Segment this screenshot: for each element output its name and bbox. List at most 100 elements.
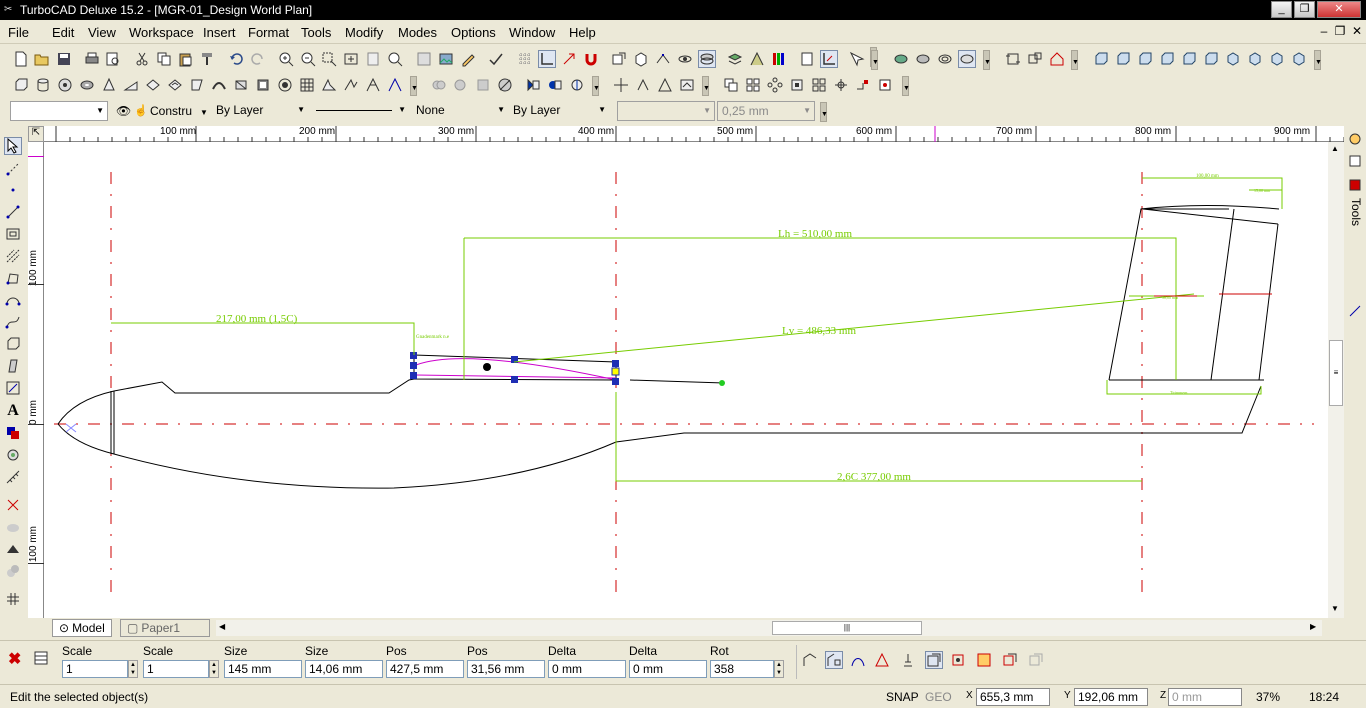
render-draft-icon[interactable] (958, 50, 976, 68)
hatch-icon[interactable] (4, 247, 22, 265)
y-coordinate-field[interactable]: 192,06 mm (1074, 688, 1148, 706)
polyline-arrow-icon[interactable] (342, 76, 360, 94)
scale-x-input[interactable]: 1 (62, 660, 128, 678)
edit-frame-icon[interactable] (925, 651, 943, 669)
palette-tools-icon[interactable] (1346, 176, 1364, 194)
copy-objects-icon[interactable] (722, 76, 740, 94)
zoom-in-icon[interactable] (277, 50, 295, 68)
delta-x-input[interactable]: 0 mm (548, 660, 626, 678)
layers-icon[interactable] (726, 50, 744, 68)
new-file-icon[interactable] (12, 50, 30, 68)
layer-icon[interactable] (415, 50, 433, 68)
snap-indicator[interactable]: SNAP (886, 690, 919, 704)
end-point-marker[interactable] (719, 380, 725, 386)
view-right-icon[interactable] (1158, 50, 1176, 68)
chamfer-icon[interactable] (546, 76, 564, 94)
torus-icon[interactable] (78, 76, 96, 94)
app-icon[interactable]: ✂ (4, 4, 16, 16)
boolean-add-icon[interactable] (430, 76, 448, 94)
explode-icon[interactable] (876, 76, 894, 94)
redo-icon[interactable] (249, 50, 267, 68)
scale-y-input[interactable]: 1 (143, 660, 209, 678)
line-type-combo[interactable]: ▼ (314, 101, 410, 121)
view-left-icon[interactable] (1136, 50, 1154, 68)
tools-panel-label[interactable]: Tools (1349, 198, 1363, 226)
mirror-icon[interactable] (656, 76, 674, 94)
print-icon[interactable] (83, 50, 101, 68)
target-icon[interactable] (276, 76, 294, 94)
prism-icon[interactable] (144, 76, 162, 94)
text-icon[interactable]: A (4, 402, 22, 420)
scroll-right-icon[interactable]: ▶ (1310, 622, 1316, 631)
edit-transform-icon[interactable] (825, 651, 843, 669)
array-icon[interactable] (744, 76, 762, 94)
render-dropdown-arrow[interactable]: ▼ (983, 50, 991, 70)
box-view-icon[interactable] (632, 50, 650, 68)
measure-icon[interactable] (4, 468, 22, 486)
view-dropdown-arrow[interactable]: ▼ (1071, 50, 1079, 70)
horizontal-scroll-thumb[interactable]: ||| (772, 621, 922, 635)
magnet-icon[interactable] (582, 50, 600, 68)
edit-curve-icon[interactable] (849, 651, 867, 669)
standard-views-dropdown-arrow[interactable]: ▼ (1314, 50, 1322, 70)
properties-table-icon[interactable] (32, 649, 50, 667)
edit-rotate-icon[interactable] (949, 651, 967, 669)
view-wire-icon[interactable] (1026, 50, 1044, 68)
slice-icon[interactable] (496, 76, 514, 94)
edit-disabled-icon[interactable] (1027, 651, 1045, 669)
fillet-icon[interactable] (524, 76, 542, 94)
sweep-icon[interactable] (210, 76, 228, 94)
z-coordinate-field[interactable]: 0 mm (1168, 688, 1242, 706)
render-icon[interactable] (698, 50, 716, 68)
ruler-origin-button[interactable]: ⇱ (28, 126, 44, 142)
edit-triangle-icon[interactable] (873, 651, 891, 669)
wedge-icon[interactable] (122, 76, 140, 94)
line-icon[interactable] (4, 203, 22, 221)
select-by-icon[interactable] (610, 50, 628, 68)
view-iso-nw-icon[interactable] (1290, 50, 1308, 68)
box-icon[interactable] (4, 335, 22, 353)
transform-dropdown[interactable]: ▼ (702, 76, 710, 96)
render-quick-icon[interactable] (936, 50, 954, 68)
print-preview-icon[interactable] (104, 50, 122, 68)
point-single-icon[interactable] (4, 181, 22, 199)
rot-input[interactable]: 358 (710, 660, 774, 678)
box-3d-icon[interactable] (12, 76, 30, 94)
zoom-out-icon[interactable] (299, 50, 317, 68)
rectangle-icon[interactable] (4, 225, 22, 243)
ucs-icon[interactable] (820, 50, 838, 68)
render-hidden-icon[interactable] (914, 50, 932, 68)
scale-y-spinner[interactable]: ▲ ▼ (209, 660, 219, 678)
select-arrow-icon[interactable] (4, 137, 22, 155)
edit-scale-icon[interactable] (975, 651, 993, 669)
cone-icon[interactable] (100, 76, 118, 94)
view-bottom-icon[interactable] (1202, 50, 1220, 68)
size-x-input[interactable]: 145 mm (224, 660, 302, 678)
render-wire-icon[interactable] (892, 50, 910, 68)
workplane-icon[interactable] (4, 590, 22, 608)
ortho-icon[interactable] (538, 50, 556, 68)
move-icon[interactable] (612, 76, 630, 94)
align-icon[interactable] (678, 76, 696, 94)
image-icon[interactable] (437, 50, 455, 68)
home-view-icon[interactable] (1048, 50, 1066, 68)
undo-icon[interactable] (227, 50, 245, 68)
shape-icon[interactable] (4, 357, 22, 375)
view-box-icon[interactable] (1004, 50, 1022, 68)
width-mode-combo[interactable]: By Layer ▼ (509, 101, 609, 121)
mdi-restore-button[interactable]: ❐ (1332, 24, 1348, 38)
view-iso-sw-icon[interactable] (1224, 50, 1242, 68)
menu-help[interactable]: Help (569, 25, 596, 40)
spell-check-icon[interactable] (487, 50, 505, 68)
edit-mode-icon[interactable] (801, 651, 819, 669)
size-y-input[interactable]: 14,06 mm (305, 660, 383, 678)
x-coordinate-field[interactable]: 655,3 mm (976, 688, 1050, 706)
rot-spinner[interactable]: ▲ ▼ (774, 660, 784, 678)
curve-icon[interactable] (4, 313, 22, 331)
polygon-icon[interactable] (4, 269, 22, 287)
layer-combo[interactable]: ▼ (10, 101, 108, 121)
sel-copy-icon[interactable] (854, 76, 872, 94)
extrude-icon[interactable] (166, 76, 184, 94)
format-painter-icon[interactable] (198, 50, 216, 68)
menu-edit[interactable]: Edit (52, 25, 74, 40)
